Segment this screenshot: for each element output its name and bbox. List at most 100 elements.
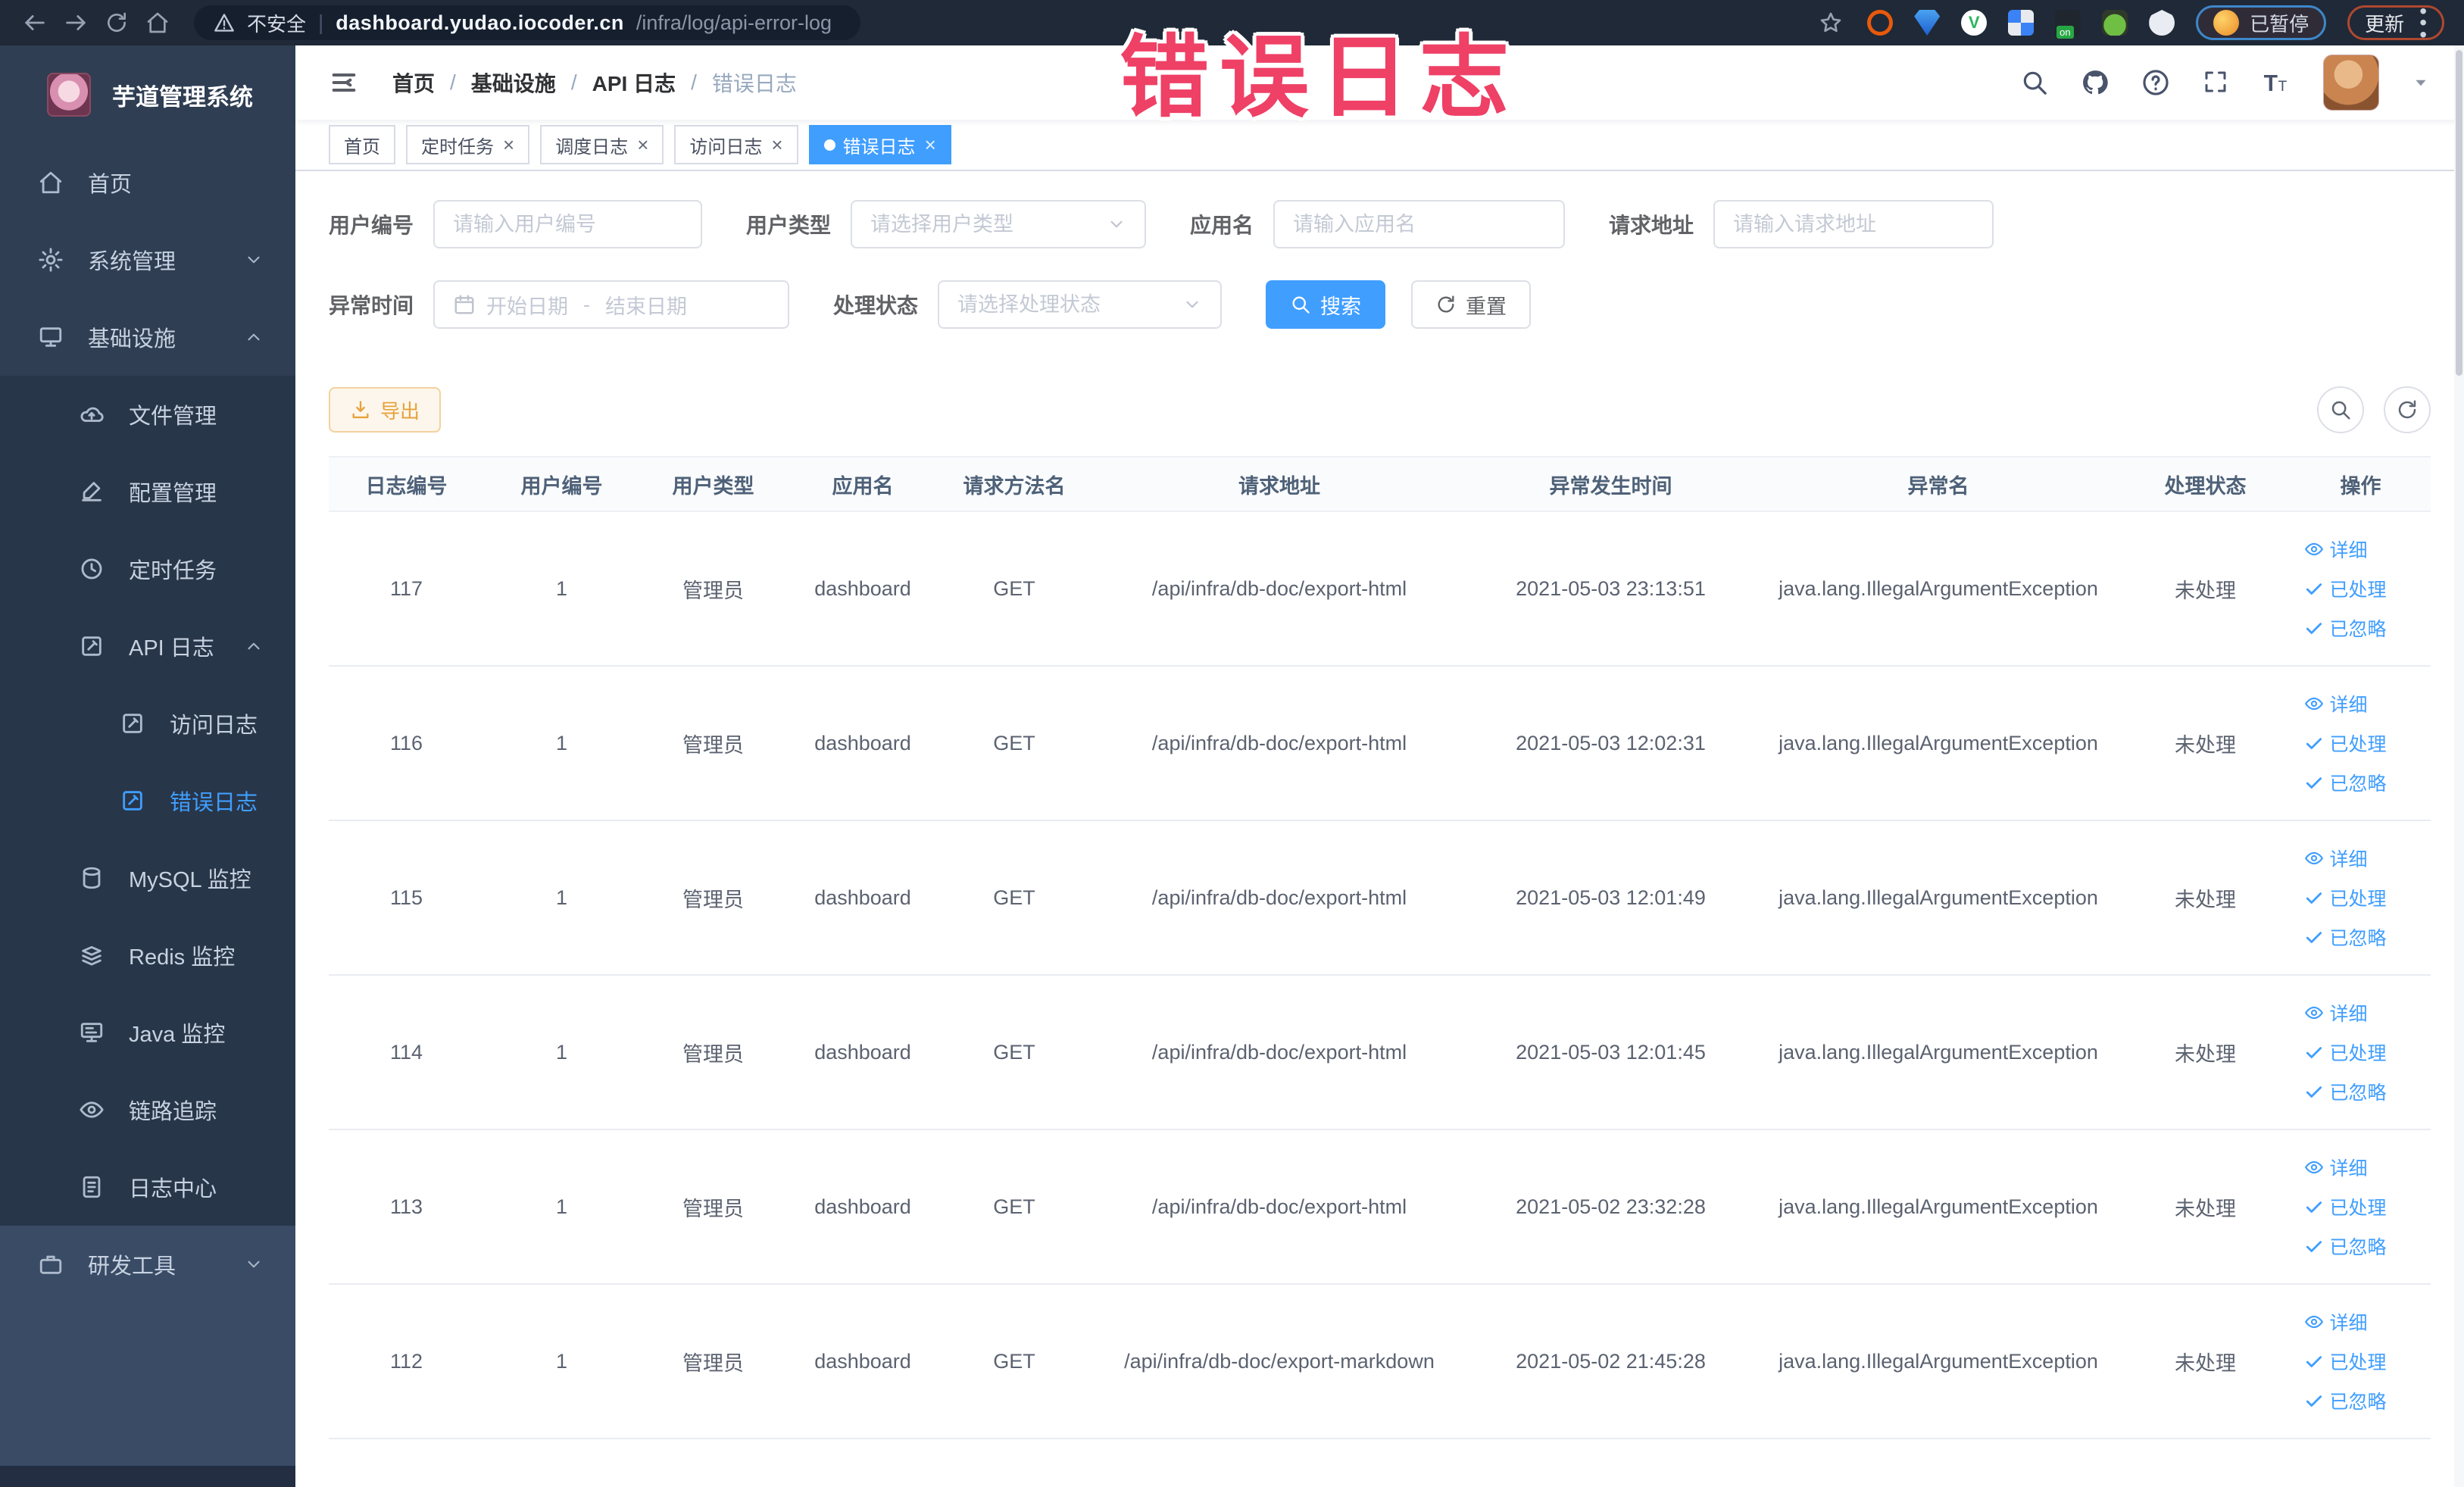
sidebar-item-file-management[interactable]: 文件管理 [0,376,295,453]
action-ignored-link[interactable]: 已忽略 [2304,923,2387,951]
action-detail-link[interactable]: 详细 [2304,690,2368,717]
sidebar-item-scheduled-tasks[interactable]: 定时任务 [0,530,295,608]
action-detail-link[interactable]: 详细 [2304,999,2368,1026]
process-status-input[interactable] [957,292,1173,317]
action-processed-link[interactable]: 已处理 [2304,1193,2387,1220]
reset-button[interactable]: 重置 [1411,280,1532,329]
action-detail-link[interactable]: 详细 [2304,845,2368,872]
sidebar-item-config-management[interactable]: 配置管理 [0,453,295,530]
process-status-select[interactable] [938,280,1223,329]
action-processed-link[interactable]: 已处理 [2304,1348,2387,1375]
address-bar[interactable]: 不安全 | dashboard.yudao.iocoder.cn/infra/l… [194,5,860,40]
tab-close-icon[interactable]: × [925,135,936,155]
sidebar-item-log-center[interactable]: 日志中心 [0,1148,295,1226]
user-id-input[interactable] [453,212,683,236]
date-range-picker[interactable]: 开始日期 - 结束日期 [433,280,790,329]
app-name-input[interactable] [1293,212,1546,236]
cell-status: 未处理 [2175,888,2236,911]
search-icon[interactable] [2020,68,2049,97]
sidebar-item-dev-tools[interactable]: 研发工具 [0,1226,295,1303]
security-label[interactable]: 不安全 [247,9,306,37]
col-app-name: 应用名 [832,474,894,498]
breadcrumb-api-logs[interactable]: API 日志 [592,67,676,98]
home-nav-icon[interactable] [142,8,173,38]
hide-search-button[interactable] [2317,386,2364,433]
user-avatar[interactable] [2323,55,2379,111]
request-url-input[interactable] [1733,212,1975,236]
tab-close-icon[interactable]: × [771,135,782,155]
tab-scheduled-tasks[interactable]: 定时任务 × [406,125,530,164]
action-processed-link[interactable]: 已处理 [2304,575,2387,602]
cell-url: /api/infra/db-doc/export-html [1151,886,1407,909]
sidebar-item-label: 链路追踪 [129,1100,217,1124]
chevron-down-icon [248,256,260,264]
extension-icon-orange[interactable] [1867,10,1894,36]
scrollbar-thumb[interactable] [2456,50,2462,376]
extension-icon-blue-shield[interactable] [1914,10,1941,36]
extension-icon-puzzle[interactable] [2149,10,2175,36]
sidebar-item-error-log[interactable]: 错误日志 [0,762,295,839]
action-ignored-link[interactable]: 已忽略 [2304,614,2387,642]
sidebar-item-link-tracing[interactable]: 链路追踪 [0,1071,295,1148]
action-detail-link[interactable]: 详细 [2304,1154,2368,1181]
action-ignored-link[interactable]: 已忽略 [2304,1078,2387,1105]
start-date-placeholder[interactable]: 开始日期 [486,290,568,320]
extension-icon-dark-on[interactable]: on [2055,10,2081,39]
end-date-placeholder[interactable]: 结束日期 [605,290,687,320]
sidebar-item-label: 错误日志 [170,791,258,815]
search-button[interactable]: 搜索 [1266,280,1386,329]
fullscreen-icon[interactable] [2202,68,2231,97]
tab-close-icon[interactable]: × [503,135,514,155]
bookmark-star-icon[interactable] [1816,8,1846,38]
sidebar-item-system-management[interactable]: 系统管理 [0,221,295,298]
forward-icon[interactable] [61,8,91,38]
table-toolbar: 导出 [295,361,2464,445]
action-ignored-link[interactable]: 已忽略 [2304,769,2387,796]
sidebar-item-redis-monitor[interactable]: Redis 监控 [0,917,295,994]
browser-menu-icon[interactable]: • • • [2419,0,2427,45]
breadcrumb-home[interactable]: 首页 [392,67,435,98]
sidebar-item-java-monitor[interactable]: Java 监控 [0,994,295,1071]
refresh-table-button[interactable] [2384,386,2431,433]
extension-icon-grid[interactable] [2008,10,2035,36]
sidebar-item-access-log[interactable]: 访问日志 [0,685,295,762]
breadcrumb-infrastructure[interactable]: 基础设施 [471,67,556,98]
export-button[interactable]: 导出 [329,387,442,433]
extension-icon-sprout[interactable] [2102,10,2128,36]
tab-home[interactable]: 首页 [329,125,395,164]
action-processed-link[interactable]: 已处理 [2304,729,2387,757]
reset-button-label: 重置 [1466,295,1507,318]
sidebar-item-home[interactable]: 首页 [0,144,295,221]
back-icon[interactable] [20,8,50,38]
sidebar-item-mysql-monitor[interactable]: MySQL 监控 [0,839,295,917]
page-scrollbar[interactable] [2454,45,2464,1487]
tab-close-icon[interactable]: × [637,135,648,155]
action-detail-link[interactable]: 详细 [2304,1308,2368,1335]
sidebar-item-infrastructure[interactable]: 基础设施 [0,298,295,376]
help-icon[interactable] [2141,68,2170,97]
action-ignored-link[interactable]: 已忽略 [2304,1232,2387,1260]
font-size-icon[interactable]: TT [2263,68,2291,97]
action-ignored-link[interactable]: 已忽略 [2304,1387,2387,1414]
sidebar-item-api-logs[interactable]: API 日志 [0,608,295,685]
user-type-input[interactable] [870,212,1097,236]
tab-error-log[interactable]: 错误日志 × [808,125,951,164]
gear-icon [39,248,63,272]
tab-access-log[interactable]: 访问日志 × [674,125,798,164]
hamburger-icon[interactable] [329,67,359,98]
user-type-select[interactable] [851,200,1147,248]
caret-down-icon[interactable] [2411,73,2431,92]
reload-icon[interactable] [101,8,132,38]
tab-schedule-log[interactable]: 调度日志 × [540,125,664,164]
profile-paused-badge[interactable]: 已暂停 [2196,5,2327,40]
filter-exception-time: 异常时间 开始日期 - 结束日期 [329,280,790,329]
cell-user-id: 1 [555,886,568,909]
action-detail-link[interactable]: 详细 [2304,536,2368,563]
app-logo-row[interactable]: 芋道管理系统 [0,45,295,144]
action-processed-link[interactable]: 已处理 [2304,884,2387,911]
cell-method: GET [993,576,1035,600]
browser-update-button[interactable]: 更新 • • • [2347,0,2444,45]
extension-icon-green-check[interactable]: V [1961,10,1988,36]
github-icon[interactable] [2081,68,2110,97]
action-processed-link[interactable]: 已处理 [2304,1039,2387,1066]
